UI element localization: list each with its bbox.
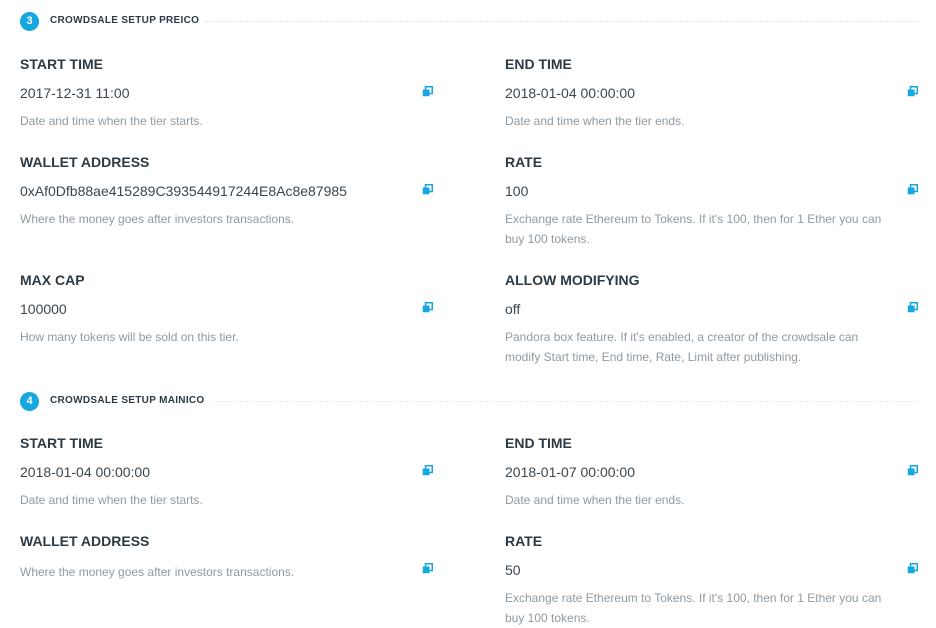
copy-icon[interactable] [422,184,433,195]
field-label: END TIME [505,435,572,451]
section-preico: 3 CROWDSALE SETUP PREICO START TIME 2017… [0,11,936,371]
copy-icon[interactable] [907,563,918,574]
copy-icon[interactable] [907,465,918,476]
field-description: Where the money goes after investors tra… [20,565,295,579]
field-description: Exchange rate Ethereum to Tokens. If it'… [505,591,882,625]
field-value[interactable]: 100000 [20,301,67,317]
field-label: MAX CAP [20,272,85,288]
step-header: 3 CROWDSALE SETUP PREICO [0,11,936,35]
field-value[interactable]: 50 [505,562,521,578]
field-description: How many tokens will be sold on this tie… [20,330,239,344]
field-value[interactable]: 2017-12-31 11:00 [20,85,130,101]
field-label: RATE [505,533,543,549]
copy-icon[interactable] [422,563,433,574]
step-header: 4 CROWDSALE SETUP MAINICO [0,391,936,415]
field-description: Date and time when the tier ends. [505,493,685,507]
field-value[interactable]: 0xAf0Dfb88ae415289C393544917244E8Ac8e879… [20,183,347,199]
field-value[interactable]: 2018-01-07 00:00:00 [505,464,635,480]
field-label: START TIME [20,56,103,72]
field-value[interactable]: 100 [505,183,528,199]
copy-icon[interactable] [907,302,918,313]
step-title: CROWDSALE SETUP PREICO [50,15,200,26]
step-number-badge: 3 [20,12,39,31]
step-title: CROWDSALE SETUP MAINICO [50,395,205,406]
section-divider [205,21,918,22]
section-divider [215,401,918,402]
section-mainico: 4 CROWDSALE SETUP MAINICO START TIME 201… [0,391,936,628]
field-value[interactable]: 2018-01-04 00:00:00 [505,85,635,101]
field-description: Exchange rate Ethereum to Tokens. If it'… [505,212,882,246]
copy-icon[interactable] [422,302,433,313]
field-description: Pandora box feature. If it's enabled, a … [505,330,859,364]
field-label: END TIME [505,56,572,72]
copy-icon[interactable] [422,86,433,97]
field-description: Date and time when the tier starts. [20,493,203,507]
field-description: Date and time when the tier starts. [20,114,203,128]
copy-icon[interactable] [422,465,433,476]
field-label: RATE [505,154,543,170]
field-description: Where the money goes after investors tra… [20,212,295,226]
field-description: Date and time when the tier ends. [505,114,685,128]
field-value[interactable]: 2018-01-04 00:00:00 [20,464,150,480]
field-label: WALLET ADDRESS [20,533,150,549]
step-number-badge: 4 [20,392,39,411]
field-label: WALLET ADDRESS [20,154,150,170]
field-value[interactable]: off [505,301,520,317]
field-label: START TIME [20,435,103,451]
copy-icon[interactable] [907,86,918,97]
field-label: ALLOW MODIFYING [505,272,640,288]
copy-icon[interactable] [907,184,918,195]
